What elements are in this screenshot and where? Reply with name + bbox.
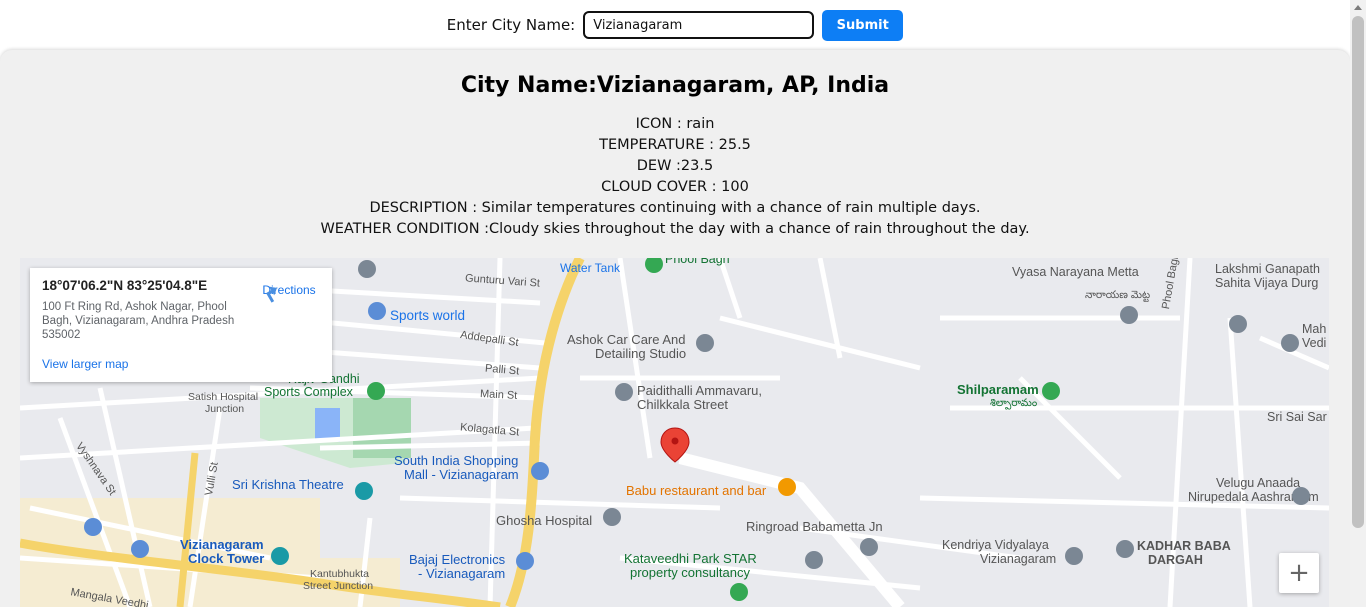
place-shilparamam-te: శిల్పారామం	[990, 397, 1038, 409]
weather-icon-text: ICON : rain	[635, 116, 715, 132]
scrollbar-thumb[interactable]	[1352, 16, 1364, 528]
weather-description: DESCRIPTION : Similar temperatures conti…	[369, 200, 981, 216]
view-larger-map-link[interactable]: View larger map	[42, 357, 128, 371]
place-shilparamam[interactable]: Shilparamam	[957, 382, 1039, 397]
place-clock-tower-2: Clock Tower	[188, 551, 265, 566]
place-water-tank[interactable]: Water Tank	[560, 261, 620, 275]
place-lakshmi-2: Sahita Vijaya Durg	[1215, 276, 1319, 290]
place-bajaj-1[interactable]: Bajaj Electronics	[409, 552, 505, 567]
place-mah: Mah	[1302, 322, 1327, 336]
city-title: City Name:Vizianagaram, AP, India	[460, 73, 890, 98]
place-vyasa-te: నారాయణ మెట్ట	[1085, 289, 1151, 301]
place-ashok-car-care-2: Detailing Studio	[595, 346, 687, 361]
city-name-input[interactable]	[583, 11, 815, 39]
place-lakshmi-1[interactable]: Lakshmi Ganapath	[1215, 262, 1320, 276]
scroll-up-arrow-icon[interactable]	[1354, 5, 1362, 10]
location-pin-icon[interactable]	[661, 428, 689, 462]
weather-temperature: TEMPERATURE : 25.5	[599, 137, 751, 153]
place-kantubhukta-1[interactable]: Kantubhukta	[310, 568, 369, 580]
weather-condition: WEATHER CONDITION :Cloudy skies througho…	[320, 221, 1030, 237]
place-velugu-2: Nirupedala Aashramam	[1188, 490, 1319, 504]
place-kadhar-1[interactable]: KADHAR BABA	[1137, 539, 1231, 553]
place-phool-bagh[interactable]: Phool Bagh	[665, 258, 730, 266]
place-kantubhukta-2: Street Junction	[303, 580, 374, 592]
street-main: Main St	[479, 388, 518, 402]
city-search-form: Enter City Name: Submit	[0, 0, 1350, 50]
place-kendriya-2: Vizianagaram	[980, 552, 1057, 566]
map-info-box: 18°07'06.2"N 83°25'04.8"E 100 Ft Ring Rd…	[30, 268, 332, 382]
place-sri-sai[interactable]: Sri Sai Sar	[1267, 410, 1327, 424]
city-name-label: Enter City Name:	[446, 16, 576, 34]
zoom-in-button[interactable]: +	[1279, 553, 1319, 593]
place-bajaj-2: - Vizianagaram	[418, 566, 506, 581]
place-kataveedhi-1[interactable]: Kataveedhi Park STAR	[624, 551, 757, 566]
place-rajiv-2: Sports Complex	[264, 385, 353, 399]
map-coordinates: 18°07'06.2"N 83°25'04.8"E	[42, 278, 208, 293]
place-clock-tower-1[interactable]: Vizianagaram	[180, 537, 264, 552]
place-ashok-car-care-1[interactable]: Ashok Car Care And	[567, 332, 686, 347]
directions-icon	[266, 286, 277, 303]
place-paidithalli-2: Chilkkala Street	[637, 397, 729, 412]
map-address: 100 Ft Ring Rd, Ashok Nagar, Phool Bagh,…	[42, 301, 235, 341]
place-vedi: Vedi	[1302, 336, 1327, 350]
place-kataveedhi-2: property consultancy	[630, 565, 750, 580]
place-babu-restaurant[interactable]: Babu restaurant and bar	[626, 483, 766, 498]
directions-button[interactable]: Directions	[259, 281, 319, 303]
place-ringroad[interactable]: Ringroad Babametta Jn	[746, 519, 883, 534]
place-satish-1[interactable]: Satish Hospital	[188, 391, 258, 403]
place-paidithalli-1[interactable]: Paidithalli Ammavaru,	[637, 383, 762, 398]
weather-dew: DEW :23.5	[636, 158, 714, 174]
place-south-india-1[interactable]: South India Shopping	[394, 453, 518, 468]
submit-button[interactable]: Submit	[822, 9, 904, 41]
place-kendriya-1[interactable]: Kendriya Vidyalaya	[942, 538, 1049, 552]
place-south-india-2: Mall - Vizianagaram	[404, 467, 519, 482]
place-vyasa[interactable]: Vyasa Narayana Metta	[1012, 265, 1139, 279]
place-sri-krishna[interactable]: Sri Krishna Theatre	[232, 477, 344, 492]
embedded-map[interactable]: Gunturu Vari St Addepalli St Palli St Ma…	[20, 258, 1329, 607]
place-kadhar-2: DARGAH	[1148, 553, 1203, 567]
weather-info: ICON : rain TEMPERATURE : 25.5 DEW :23.5…	[0, 114, 1350, 240]
place-ghosha[interactable]: Ghosha Hospital	[496, 513, 592, 528]
place-satish-2: Junction	[205, 403, 245, 415]
weather-cloud-cover: CLOUD COVER : 100	[601, 179, 749, 195]
page-scrollbar[interactable]	[1350, 0, 1366, 607]
place-velugu-1[interactable]: Velugu Anaada	[1216, 476, 1300, 490]
place-sports-world[interactable]: Sports world	[390, 308, 465, 323]
